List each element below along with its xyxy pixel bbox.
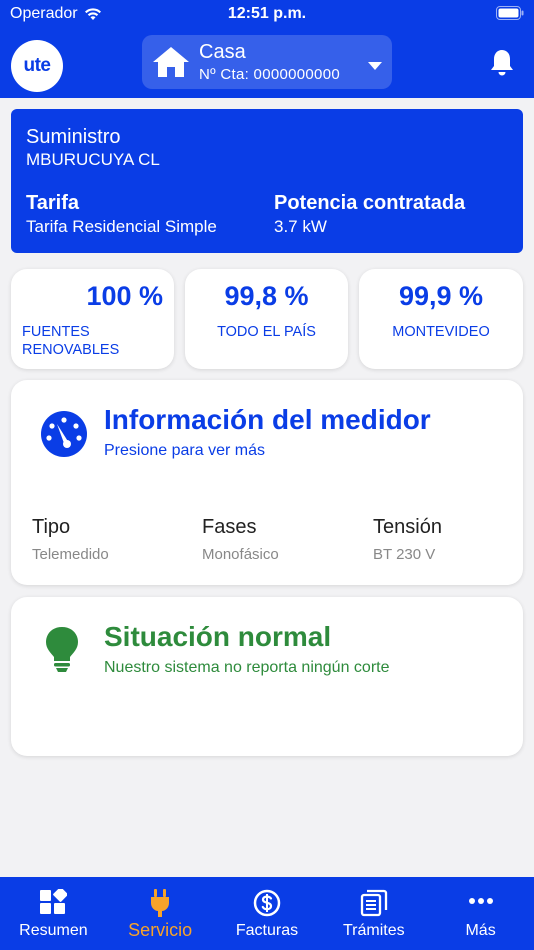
meter-type-value: Telemedido	[32, 546, 109, 563]
more-icon	[427, 897, 534, 905]
stat-caption: MONTEVIDEO	[392, 324, 490, 340]
account-number: Nº Cta: 0000000000	[199, 66, 340, 83]
power-value: 3.7 kW	[274, 217, 327, 236]
meter-voltage-label: Tensión	[373, 516, 442, 538]
stat-country[interactable]: 99,8 % TODO EL PAÍS	[185, 269, 348, 369]
bell-icon[interactable]	[489, 48, 515, 81]
tab-resumen[interactable]: Resumen	[0, 877, 107, 950]
house-icon	[152, 45, 190, 84]
supply-label: Suministro	[26, 126, 121, 148]
dollar-circle-icon	[214, 889, 321, 917]
situation-title: Situación normal	[104, 621, 332, 652]
account-name: Casa	[199, 41, 246, 63]
meter-subtitle: Presione para ver más	[104, 442, 265, 459]
stat-value: 99,8 %	[224, 281, 309, 311]
power-label: Potencia contratada	[274, 192, 466, 214]
tab-label: Servicio	[128, 920, 193, 940]
chevron-down-icon	[368, 57, 382, 75]
stat-caption-line-1: FUENTES	[22, 324, 90, 340]
clock: 12:51 p.m.	[227, 5, 307, 22]
meter-phases-label: Fases	[202, 516, 257, 538]
tab-mas[interactable]: Más	[427, 877, 534, 950]
app-header: Operador 12:51 p.m. ute Casa Nº Cta: 000…	[0, 0, 534, 98]
stat-caption-line-2: RENOVABLES	[22, 342, 120, 358]
tab-label: Trámites	[342, 922, 405, 939]
situation-subtitle: Nuestro sistema no reporta ningún corte	[104, 659, 390, 676]
tab-label: Más	[465, 922, 496, 939]
battery-icon	[496, 6, 524, 25]
stat-montevideo[interactable]: 99,9 % MONTEVIDEO	[359, 269, 523, 369]
tab-servicio[interactable]: Servicio	[107, 877, 214, 950]
stat-value: 99,9 %	[398, 281, 484, 311]
tab-tramites[interactable]: Trámites	[320, 877, 427, 950]
meter-phases-value: Monofásico	[202, 546, 279, 563]
tab-label: Facturas	[235, 922, 299, 939]
tab-facturas[interactable]: Facturas	[214, 877, 321, 950]
supply-name: MBURUCUYA CL	[26, 150, 160, 169]
stat-renewables[interactable]: 100 % FUENTES RENOVABLES	[11, 269, 174, 369]
supply-card: Suministro MBURUCUYA CL Tarifa Tarifa Re…	[11, 109, 523, 253]
stat-value: 100 %	[86, 281, 163, 311]
situation-card[interactable]: Situación normal Nuestro sistema no repo…	[11, 597, 523, 756]
meter-title: Información del medidor	[104, 404, 431, 435]
ute-logo[interactable]: ute	[11, 40, 63, 92]
meter-type-label: Tipo	[32, 516, 71, 538]
meter-voltage-value: BT 230 V	[373, 546, 436, 563]
tab-label: Resumen	[19, 922, 88, 939]
stat-caption: TODO EL PAÍS	[217, 324, 316, 340]
meter-info-card[interactable]: Información del medidor Presione para ve…	[11, 380, 523, 585]
lightbulb-icon	[45, 626, 79, 679]
documents-icon	[320, 889, 427, 917]
tariff-label: Tarifa	[26, 192, 79, 214]
account-selector[interactable]: Casa Nº Cta: 0000000000	[142, 35, 392, 89]
status-bar: Operador 12:51 p.m.	[0, 0, 534, 28]
dashboard-icon	[0, 889, 107, 915]
tariff-value: Tarifa Residencial Simple	[26, 217, 217, 236]
stat-caption: FUENTES RENOVABLES	[22, 323, 119, 359]
tab-bar: Resumen Servicio Facturas Trámites Más	[0, 877, 534, 950]
plug-icon	[107, 889, 214, 917]
gauge-icon	[40, 410, 88, 463]
